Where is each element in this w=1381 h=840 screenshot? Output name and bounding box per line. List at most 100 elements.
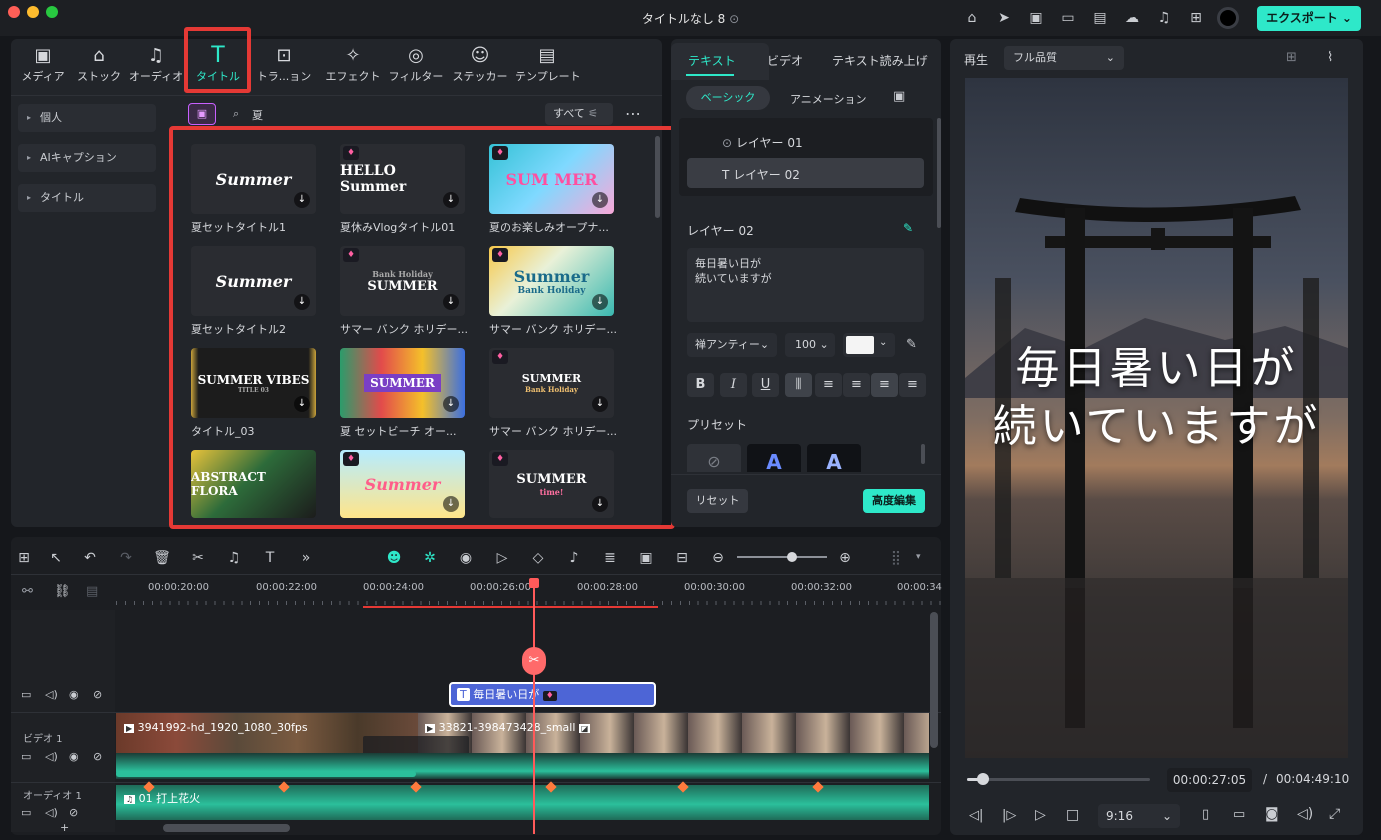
folder-icon[interactable]: ▭ [21, 688, 31, 701]
add-icon[interactable]: + [60, 821, 69, 834]
link-icon[interactable]: ⛓ [54, 584, 71, 599]
timeline-hscroll[interactable] [163, 824, 290, 832]
lock-icon[interactable]: ⊘ [93, 750, 102, 763]
audio-clip[interactable] [116, 785, 929, 820]
title-thumbnail[interactable]: Summer ↓ [191, 246, 316, 316]
folder-icon[interactable]: ▭ [21, 806, 31, 819]
title-thumbnail[interactable]: Summer Bank Holiday ♦ ↓ [489, 246, 614, 316]
tab-template[interactable]: ▤ テンプレート [515, 44, 581, 88]
layout-grid-icon[interactable]: ⊞ [1286, 50, 1297, 65]
scope-icon[interactable]: ⌇ [1327, 50, 1333, 65]
unlink-icon[interactable]: ⚯ [22, 584, 33, 599]
preset-style-2[interactable]: A [807, 444, 861, 474]
snapshot-icon[interactable]: ◙ [1265, 806, 1279, 822]
tab-stock[interactable]: ⌂ ストック [67, 44, 131, 88]
lock-icon[interactable]: ⊘ [69, 806, 78, 819]
title-thumbnail[interactable]: SUMMER ↓ [340, 348, 465, 418]
track-settings-icon[interactable]: ⣿ [886, 548, 906, 568]
cloud-icon[interactable]: ☁ [1123, 9, 1141, 27]
align-left-button[interactable]: ≡ [815, 373, 842, 397]
ai-edit-icon[interactable]: ✎ [903, 221, 913, 235]
preset-style-1[interactable]: A [747, 444, 801, 474]
align-right-button[interactable]: ≡ [843, 373, 870, 397]
next-frame-icon[interactable]: |▷ [1002, 808, 1016, 823]
layer-item[interactable]: T レイヤー 02 [722, 166, 800, 183]
cut-icon[interactable]: ✂ [522, 647, 546, 675]
title-thumbnail[interactable]: SUMMER time! ♦ ↓ [489, 450, 614, 518]
play-icon[interactable]: ▷ [1035, 807, 1046, 823]
delete-icon[interactable]: 🗑 [152, 548, 172, 568]
microphone-icon[interactable]: ♪ [564, 548, 584, 568]
color-picker[interactable]: ⌄ [843, 333, 895, 357]
italic-button[interactable]: I [720, 373, 747, 397]
sidebar-item-personal[interactable]: 個人 [18, 104, 156, 132]
ai-filter-icon[interactable]: ▣ [188, 103, 216, 125]
export-button[interactable]: エクスポート ⌄ [1257, 6, 1361, 31]
zoom-in-icon[interactable]: ⊕ [835, 548, 855, 568]
library-scrollbar[interactable] [655, 136, 660, 218]
select-tool-icon[interactable]: ↖ [46, 548, 66, 568]
headset-icon[interactable]: ♫ [1155, 9, 1173, 27]
layer-item[interactable]: ⊙ レイヤー 01 [722, 134, 803, 151]
eyedropper-icon[interactable]: ✎ [906, 337, 917, 352]
lock-icon[interactable]: ⊘ [93, 688, 102, 701]
cut-icon[interactable]: ✂ [188, 548, 208, 568]
audio-edit-icon[interactable]: ♫ [224, 548, 244, 568]
video-preview[interactable]: 毎日暑い日が 続いていますが [965, 78, 1348, 758]
voiceover-icon[interactable]: ≣ [600, 548, 620, 568]
eye-icon[interactable]: ◉ [69, 688, 79, 701]
text-content-field[interactable]: 毎日暑い日が 続いていますが [687, 248, 924, 322]
send-icon[interactable]: ➤ [995, 9, 1013, 27]
tab-effect[interactable]: ✧ エフェクト [321, 44, 385, 88]
more-tools-icon[interactable]: » [296, 548, 316, 568]
title-thumbnail[interactable]: Summer ♦ ↓ [340, 450, 465, 518]
subtab-basic[interactable]: ベーシック [686, 86, 770, 110]
replace-icon[interactable]: ▣ [636, 548, 656, 568]
bold-button[interactable]: B [687, 373, 714, 397]
redo-icon[interactable]: ↷ [116, 548, 136, 568]
underline-button[interactable]: U [752, 373, 779, 397]
align-justify-button[interactable]: ≡ [899, 373, 926, 397]
undo-icon[interactable]: ↶ [80, 548, 100, 568]
reset-button[interactable]: リセット [687, 489, 748, 513]
font-size-select[interactable]: 100 ⌄ [785, 333, 835, 357]
current-time[interactable]: 00:00:27:05 [1167, 768, 1252, 792]
shield-icon[interactable]: ◇ [528, 548, 548, 568]
chevron-down-icon[interactable]: ▾ [916, 552, 921, 562]
props-scrollbar[interactable] [937, 118, 941, 228]
title-thumbnail[interactable]: SUMMER Bank Holiday ♦ ↓ [489, 348, 614, 418]
volume-icon[interactable]: ◁) [45, 806, 58, 819]
aspect-ratio-select[interactable]: 9:16 ⌄ [1098, 804, 1180, 828]
marker-icon[interactable]: ▯ [1202, 807, 1209, 822]
ai-tool-icon[interactable]: ▣ [1027, 9, 1045, 27]
grid-icon[interactable]: ⊞ [1187, 9, 1205, 27]
tab-video[interactable]: ビデオ [767, 52, 803, 69]
tab-media[interactable]: ▣ メディア [11, 44, 75, 88]
preset-scrollbar[interactable] [921, 444, 925, 464]
title-thumbnail[interactable]: HELLO Summer ♦ ↓ [340, 144, 465, 214]
render-icon[interactable]: ◉ [456, 548, 476, 568]
speed-icon[interactable]: ▷ [492, 548, 512, 568]
title-thumbnail[interactable]: Summer ↓ [191, 144, 316, 214]
eye-icon[interactable]: ◉ [69, 750, 79, 763]
fullscreen-icon[interactable]: ⤢ [1329, 806, 1340, 822]
folder-icon[interactable]: ▭ [21, 750, 31, 763]
more-icon[interactable]: ⋯ [625, 104, 641, 123]
ai-mate-icon[interactable]: ☻ [384, 548, 404, 568]
title-thumbnail[interactable]: SUMMER VIBES TITLE 03 ↓ [191, 348, 316, 418]
title-thumbnail[interactable]: Bank Holiday SUMMER ♦ ↓ [340, 246, 465, 316]
save-preset-icon[interactable]: ▣ [893, 89, 905, 104]
zoom-out-icon[interactable]: ⊖ [708, 548, 728, 568]
tab-title[interactable]: T タイトル [186, 44, 250, 88]
subtab-animation[interactable]: アニメーション [790, 91, 867, 107]
tab-text[interactable]: テキスト [688, 52, 736, 69]
tab-filter[interactable]: ◎ フィルター [384, 44, 448, 88]
playback-progress-track[interactable] [967, 773, 1150, 785]
tab-transition[interactable]: ⊡ トラ...ョン [252, 44, 316, 88]
display-icon[interactable]: ▭ [1233, 807, 1245, 822]
fit-icon[interactable]: ⊟ [672, 548, 692, 568]
zoom-slider-knob[interactable] [787, 552, 797, 562]
volume-icon[interactable]: ◁) [45, 750, 58, 763]
tab-text-to-speech[interactable]: テキスト読み上げ [832, 52, 928, 69]
tab-sticker[interactable]: ☺ ステッカー [448, 44, 512, 88]
